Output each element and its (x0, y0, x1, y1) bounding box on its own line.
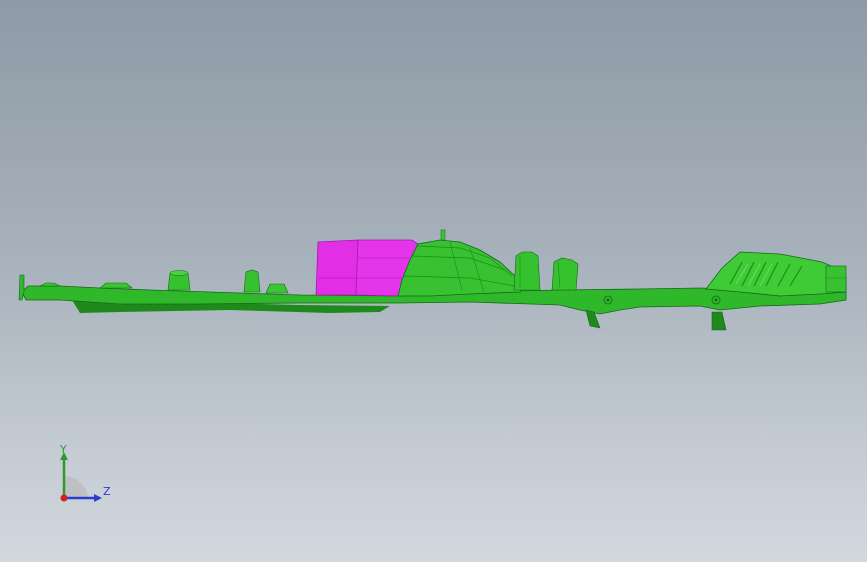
post-2 (243, 269, 261, 293)
selected-face-left[interactable] (315, 239, 361, 296)
left-hook (18, 274, 25, 301)
triad-plane (64, 475, 88, 498)
cad-model[interactable] (0, 0, 867, 562)
z-axis-arrow (94, 494, 102, 502)
top-tab (440, 229, 446, 241)
graphics-viewport[interactable]: Y Z (0, 0, 867, 562)
boss-2 (99, 282, 133, 289)
post-5 (551, 257, 579, 291)
boss-1 (39, 282, 61, 287)
orientation-triad[interactable]: Y Z (48, 440, 118, 510)
post-3 (265, 283, 289, 294)
z-axis-label: Z (103, 485, 111, 498)
post-4 (513, 251, 541, 291)
duct-housing[interactable] (397, 239, 523, 297)
y-axis-label: Y (60, 443, 67, 456)
ribbed-housing[interactable] (705, 251, 847, 297)
clip-2 (711, 311, 727, 331)
origin-dot (60, 494, 68, 502)
end-tab (825, 265, 847, 293)
